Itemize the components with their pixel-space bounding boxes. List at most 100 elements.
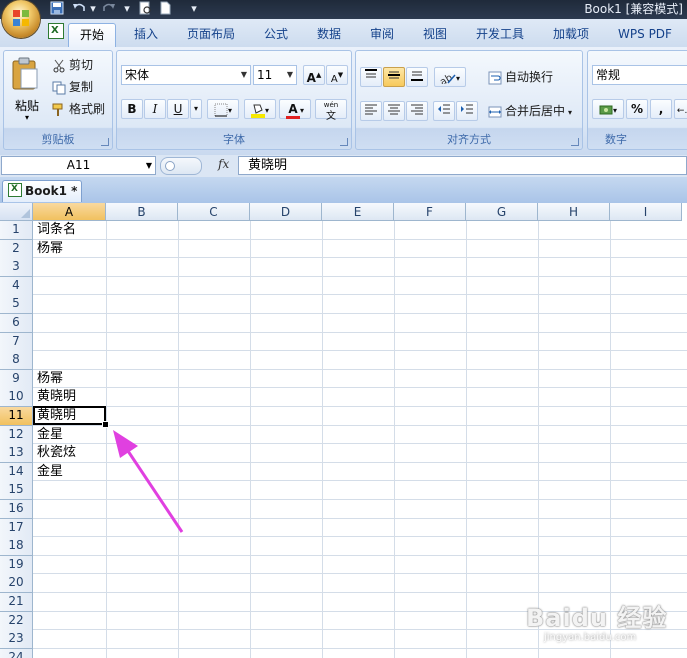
number-format-select[interactable]: 常规 xyxy=(592,65,687,85)
tab-wps-pdf[interactable]: WPS PDF xyxy=(608,23,682,45)
cell-a1[interactable]: 词条名 xyxy=(34,221,109,239)
tab-view[interactable]: 视图 xyxy=(413,23,457,45)
align-center-button[interactable] xyxy=(383,101,405,121)
row-header-16[interactable]: 16 xyxy=(0,500,33,519)
row-header-9[interactable]: 9 xyxy=(0,369,33,389)
cell-a2[interactable]: 杨幂 xyxy=(34,240,109,258)
tab-page-layout[interactable]: 页面布局 xyxy=(180,23,242,45)
redo-dropdown-icon[interactable]: ▾ xyxy=(122,1,132,17)
cell-a20[interactable] xyxy=(34,574,109,592)
workbook-tab[interactable]: X Book1 * xyxy=(2,180,82,202)
row-header-5[interactable]: 5 xyxy=(0,295,33,315)
row-header-12[interactable]: 12 xyxy=(0,425,33,445)
tab-developer[interactable]: 开发工具 xyxy=(466,23,534,45)
formula-input[interactable]: 黄晓明 xyxy=(238,156,687,175)
column-header-h[interactable]: H xyxy=(538,203,610,221)
cell-a8[interactable] xyxy=(34,351,109,369)
cell-a18[interactable] xyxy=(34,537,109,555)
borders-button[interactable]: ▾ xyxy=(207,99,239,119)
align-left-button[interactable] xyxy=(360,101,382,121)
top-align-button[interactable] xyxy=(360,67,382,87)
align-right-button[interactable] xyxy=(406,101,428,121)
cell-a21[interactable] xyxy=(34,593,109,611)
increase-decimal-button[interactable]: ←.0 xyxy=(674,99,687,119)
column-header-b[interactable]: B xyxy=(106,203,178,221)
percent-button[interactable]: % xyxy=(626,99,648,119)
paste-button[interactable]: 粘贴 ▾ xyxy=(10,57,44,122)
cell-a19[interactable] xyxy=(34,556,109,574)
tab-review[interactable]: 审阅 xyxy=(360,23,404,45)
cell-a23[interactable] xyxy=(34,630,109,648)
merge-center-button[interactable]: 合并后居中 ▾ xyxy=(488,101,572,121)
cell-a22[interactable] xyxy=(34,612,109,630)
tab-data[interactable]: 数据 xyxy=(307,23,351,45)
row-header-24[interactable]: 24 xyxy=(0,648,33,658)
fill-handle[interactable] xyxy=(102,421,109,428)
column-header-e[interactable]: E xyxy=(322,203,394,221)
underline-button[interactable]: U xyxy=(167,99,189,119)
comma-style-button[interactable]: , xyxy=(650,99,672,119)
tab-home[interactable]: 开始 xyxy=(68,23,116,48)
cut-button[interactable]: 剪切 xyxy=(52,55,93,75)
row-header-22[interactable]: 22 xyxy=(0,611,33,631)
name-box[interactable]: A11 ▼ xyxy=(1,156,156,175)
formula-slider-handle[interactable] xyxy=(160,157,202,175)
column-header-d[interactable]: D xyxy=(250,203,322,221)
increase-font-size-button[interactable]: A▲ xyxy=(303,65,325,85)
underline-dropdown-icon[interactable]: ▾ xyxy=(190,99,202,119)
column-header-c[interactable]: C xyxy=(178,203,250,221)
wrap-text-button[interactable]: 自动换行 xyxy=(488,67,553,87)
row-header-17[interactable]: 17 xyxy=(0,518,33,538)
decrease-indent-button[interactable] xyxy=(433,101,455,121)
text-orientation-button[interactable]: ab ▾ xyxy=(434,67,466,88)
cell-a11[interactable]: 黄晓明 xyxy=(34,407,109,425)
tab-insert[interactable]: 插入 xyxy=(124,23,168,45)
row-header-4[interactable]: 4 xyxy=(0,276,33,296)
row-header-14[interactable]: 14 xyxy=(0,462,33,482)
row-header-18[interactable]: 18 xyxy=(0,537,33,557)
cell-a16[interactable] xyxy=(34,500,109,518)
cell-a13[interactable]: 秋瓷炫 xyxy=(34,444,109,462)
customize-toolbar-icon[interactable]: ▾ xyxy=(188,1,200,17)
row-header-7[interactable]: 7 xyxy=(0,332,33,352)
cell-a14[interactable]: 金星 xyxy=(34,463,109,481)
row-header-2[interactable]: 2 xyxy=(0,239,33,259)
row-header-6[interactable]: 6 xyxy=(0,314,33,333)
print-preview-icon[interactable] xyxy=(138,1,152,17)
undo-icon[interactable] xyxy=(72,1,86,17)
cell-a15[interactable] xyxy=(34,481,109,499)
cell-a10[interactable]: 黄晓明 xyxy=(34,388,109,406)
font-color-button[interactable]: A ▾ xyxy=(279,99,311,119)
font-size-select[interactable]: 11 ▼ xyxy=(253,65,297,85)
bold-button[interactable]: B xyxy=(121,99,143,119)
row-header-23[interactable]: 23 xyxy=(0,630,33,650)
row-header-19[interactable]: 19 xyxy=(0,555,33,575)
bottom-align-button[interactable] xyxy=(406,67,428,87)
cell-a4[interactable] xyxy=(34,277,109,295)
cell-a12[interactable]: 金星 xyxy=(34,426,109,444)
row-header-10[interactable]: 10 xyxy=(0,388,33,408)
column-header-f[interactable]: F xyxy=(394,203,466,221)
cell-a9[interactable]: 杨幂 xyxy=(34,370,109,388)
middle-align-button[interactable] xyxy=(383,67,405,87)
column-header-i[interactable]: I xyxy=(610,203,682,221)
clipboard-dialog-launcher[interactable] xyxy=(101,138,109,146)
tab-formulas[interactable]: 公式 xyxy=(254,23,298,45)
format-painter-button[interactable]: 格式刷 xyxy=(52,99,105,119)
cell-a17[interactable] xyxy=(34,519,109,537)
cell-a3[interactable] xyxy=(34,258,109,276)
copy-button[interactable]: 复制 xyxy=(52,77,93,97)
excel-app-icon[interactable]: X xyxy=(48,23,64,39)
fill-color-button[interactable]: ▾ xyxy=(244,99,276,119)
font-dialog-launcher[interactable] xyxy=(340,138,348,146)
insert-function-button[interactable]: fx xyxy=(218,157,229,171)
row-header-21[interactable]: 21 xyxy=(0,593,33,612)
italic-button[interactable]: I xyxy=(144,99,166,119)
row-header-20[interactable]: 20 xyxy=(0,574,33,594)
new-document-icon[interactable] xyxy=(158,1,172,17)
row-header-11[interactable]: 11 xyxy=(0,407,33,426)
row-header-3[interactable]: 3 xyxy=(0,258,33,278)
cell-a24[interactable] xyxy=(34,649,109,658)
tab-add-ins[interactable]: 加载项 xyxy=(544,23,598,45)
redo-icon[interactable] xyxy=(102,1,116,17)
